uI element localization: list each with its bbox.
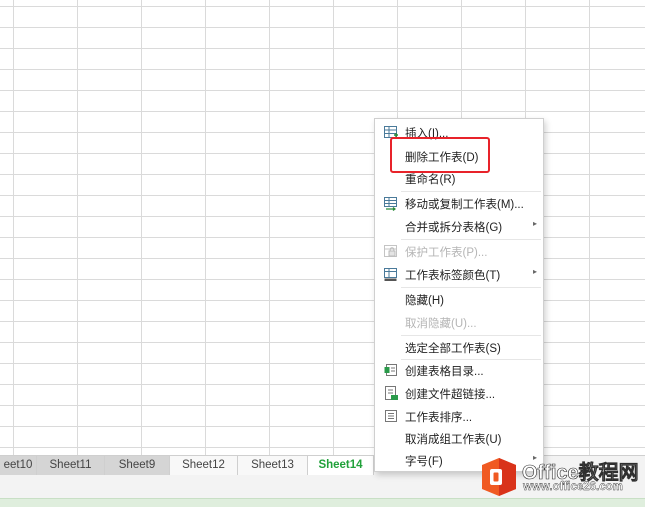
sheet-tab-sheet12[interactable]: Sheet12: [170, 456, 238, 476]
sheet-tab-sheet11[interactable]: Sheet11: [37, 456, 105, 476]
menu-item-label: 创建文件超链接...: [405, 389, 496, 401]
menu-item-label: 字号(F): [405, 456, 443, 468]
office-logo-icon: [478, 456, 520, 498]
menu-item-label: 重命名(R): [405, 174, 456, 186]
sheet-tab-sheet9[interactable]: Sheet9: [105, 456, 170, 476]
menu-item-label: 创建表格目录...: [405, 366, 484, 378]
menu-item-label: 工作表排序...: [405, 412, 473, 424]
menu-item-label: 工作表标签颜色(T): [405, 270, 501, 282]
menu-item-merge-split[interactable]: 合并或拆分表格(G) ▸: [375, 215, 543, 237]
menu-item-label: 移动或复制工作表(M)...: [405, 199, 524, 211]
menu-item-select-all-sheets[interactable]: 选定全部工作表(S): [375, 336, 543, 358]
menu-item-label: 保护工作表(P)...: [405, 247, 488, 259]
table-directory-icon: [383, 362, 399, 378]
menu-item-sort-sheets[interactable]: 工作表排序...: [375, 405, 543, 427]
menu-item-label: 合并或拆分表格(G): [405, 222, 503, 234]
menu-item-hide[interactable]: 隐藏(H): [375, 288, 543, 310]
watermark-url: www.office26.com: [523, 481, 623, 493]
menu-item-tab-color[interactable]: 工作表标签颜色(T) ▸: [375, 263, 543, 285]
menu-item-label: 隐藏(H): [405, 295, 444, 307]
tab-color-icon: [383, 266, 399, 282]
menu-item-protect-sheet: 保护工作表(P)...: [375, 240, 543, 262]
menu-item-create-file-hyperlink[interactable]: 创建文件超链接...: [375, 382, 543, 404]
menu-item-create-table-directory[interactable]: 创建表格目录...: [375, 359, 543, 381]
move-copy-icon: [383, 195, 399, 211]
spreadsheet-grid[interactable]: [0, 0, 645, 455]
protect-sheet-icon: [383, 243, 399, 259]
file-hyperlink-icon: [383, 385, 399, 401]
menu-item-unhide: 取消隐藏(U)...: [375, 311, 543, 333]
menu-item-ungroup-sheets[interactable]: 取消成组工作表(U): [375, 427, 543, 449]
submenu-arrow-icon: ▸: [532, 219, 537, 228]
menu-item-move-copy[interactable]: 移动或复制工作表(M)...: [375, 192, 543, 214]
delete-sheet-highlight-box: [390, 137, 490, 173]
menu-item-label: 取消成组工作表(U): [405, 434, 502, 446]
menu-item-label: 选定全部工作表(S): [405, 343, 501, 355]
sheet-tab-sheet10[interactable]: eet10: [0, 456, 37, 476]
sheet-tab-sheet14[interactable]: Sheet14: [308, 456, 374, 476]
sheet-tab-sheet13[interactable]: Sheet13: [238, 456, 308, 476]
sort-sheets-icon: [383, 408, 399, 424]
submenu-arrow-icon: ▸: [532, 267, 537, 276]
office26-watermark: Office教程网 www.office26.com: [476, 454, 645, 502]
menu-item-label: 取消隐藏(U)...: [405, 318, 477, 330]
